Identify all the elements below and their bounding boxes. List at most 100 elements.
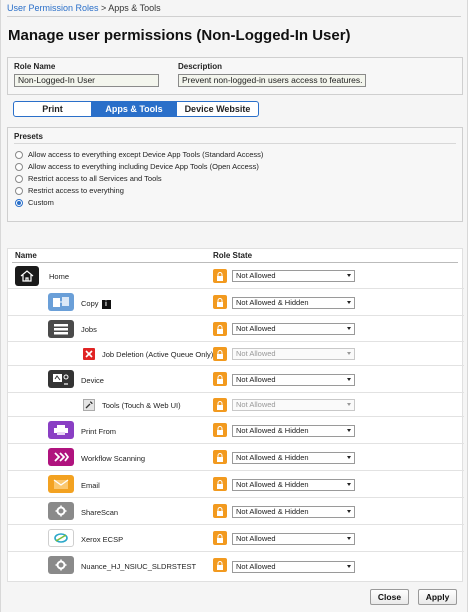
info-icon[interactable]: i <box>101 299 111 309</box>
role-state-select[interactable]: Not Allowed & Hidden <box>232 506 355 518</box>
preset-option-label: Allow access to everything including Dev… <box>28 162 259 171</box>
table-row-print-from: Print From Not Allowed & Hidden <box>8 417 464 444</box>
lock-icon[interactable] <box>213 269 227 283</box>
tab-device-website[interactable]: Device Website <box>177 102 258 116</box>
close-button[interactable]: Close <box>370 589 409 605</box>
breadcrumb: User Permission Roles > Apps & Tools <box>7 3 161 13</box>
chevron-down-icon <box>347 378 351 381</box>
lock-icon[interactable] <box>213 450 227 464</box>
radio-button[interactable] <box>15 162 23 171</box>
role-name-field: Non-Logged-In User <box>14 74 159 87</box>
table-row-copy: Copy i Not Allowed & Hidden <box>8 289 464 316</box>
table-row-device: Device Not Allowed <box>8 366 464 393</box>
role-state-select[interactable]: Not Allowed <box>232 323 355 335</box>
role-state-select[interactable]: Not Allowed <box>232 374 355 386</box>
selected-value: Not Allowed & Hidden <box>236 453 309 462</box>
lock-icon[interactable] <box>213 295 227 309</box>
row-label: Home <box>49 272 70 281</box>
xerox-icon <box>48 529 74 547</box>
role-state-select-disabled: Not Allowed <box>232 348 355 360</box>
selected-value: Not Allowed & Hidden <box>236 298 309 307</box>
selected-value: Not Allowed & Hidden <box>236 426 309 435</box>
table-row-jobs: Jobs Not Allowed <box>8 316 464 342</box>
chevron-down-icon <box>347 510 351 513</box>
presets-heading: Presets <box>14 132 43 141</box>
printer-icon <box>48 421 74 439</box>
device-icon <box>48 370 74 388</box>
role-state-select[interactable]: Not Allowed & Hidden <box>232 452 355 464</box>
radio-button[interactable] <box>15 174 23 183</box>
preset-option-open-access[interactable]: Allow access to everything including Dev… <box>15 162 259 171</box>
selected-value: Not Allowed <box>236 375 276 384</box>
table-row-workflow-scanning: Workflow Scanning Not Allowed & Hidden <box>8 444 464 471</box>
chevron-down-icon <box>347 429 351 432</box>
preset-option-custom[interactable]: Custom <box>15 198 54 207</box>
lock-icon[interactable] <box>213 558 227 572</box>
role-state-select[interactable]: Not Allowed <box>232 533 355 545</box>
row-label: Jobs <box>81 325 97 334</box>
chevron-down-icon <box>347 301 351 304</box>
envelope-icon <box>48 475 74 493</box>
role-state-select[interactable]: Not Allowed & Hidden <box>232 297 355 309</box>
role-state-select[interactable]: Not Allowed <box>232 561 355 573</box>
row-label: Copy <box>81 299 99 308</box>
chevron-down-icon <box>347 327 351 330</box>
role-name-label: Role Name <box>14 62 56 71</box>
table-row-nuance: Nuance_HJ_NSIUC_SLDRSTEST Not Allowed <box>8 552 464 580</box>
table-row-tools: Tools (Touch & Web UI) Not Allowed <box>8 393 464 417</box>
lock-icon[interactable] <box>213 423 227 437</box>
lock-icon[interactable] <box>213 504 227 518</box>
lock-icon[interactable] <box>213 322 227 336</box>
preset-option-label: Restrict access to all Services and Tool… <box>28 174 162 183</box>
preset-option-label: Allow access to everything except Device… <box>28 150 264 159</box>
row-label: Device <box>81 376 104 385</box>
wrench-icon <box>83 399 95 411</box>
lock-icon[interactable] <box>213 372 227 386</box>
breadcrumb-link-permission-roles[interactable]: User Permission Roles <box>7 3 99 13</box>
table-row-email: Email Not Allowed & Hidden <box>8 471 464 498</box>
role-state-select[interactable]: Not Allowed <box>232 270 355 282</box>
description-field: Prevent non-logged-in users access to fe… <box>178 74 366 87</box>
apply-button[interactable]: Apply <box>418 589 457 605</box>
radio-button-selected[interactable] <box>15 198 23 207</box>
row-label-wrap: Copy i <box>81 299 111 309</box>
presets-panel: Presets Allow access to everything excep… <box>7 127 463 222</box>
row-label: Tools (Touch & Web UI) <box>102 401 181 410</box>
home-icon <box>15 266 39 286</box>
gear-icon <box>48 502 74 520</box>
role-state-select-disabled: Not Allowed <box>232 399 355 411</box>
selected-value: Not Allowed <box>236 562 276 571</box>
tab-apps-tools[interactable]: Apps & Tools <box>92 102 177 116</box>
chevron-down-icon <box>347 352 351 355</box>
tab-print[interactable]: Print <box>14 102 92 116</box>
table-row-sharescan: ShareScan Not Allowed & Hidden <box>8 498 464 525</box>
row-label: Job Deletion (Active Queue Only) <box>102 350 214 359</box>
row-label: Xerox ECSP <box>81 535 124 544</box>
radio-button[interactable] <box>15 150 23 159</box>
divider <box>7 16 461 17</box>
lock-icon[interactable] <box>213 531 227 545</box>
role-info-panel: Role Name Non-Logged-In User Description… <box>7 57 463 95</box>
table-row-job-deletion: Job Deletion (Active Queue Only) Not All… <box>8 342 464 366</box>
selected-value: Not Allowed & Hidden <box>236 480 309 489</box>
gear-icon <box>48 556 74 574</box>
table-row-xerox-ecsp: Xerox ECSP Not Allowed <box>8 525 464 552</box>
divider <box>14 143 456 144</box>
lock-icon[interactable] <box>213 477 227 491</box>
role-state-select[interactable]: Not Allowed & Hidden <box>232 425 355 437</box>
lock-icon[interactable] <box>213 398 227 412</box>
row-label: Email <box>81 481 100 490</box>
preset-option-restrict-services[interactable]: Restrict access to all Services and Tool… <box>15 174 162 183</box>
radio-button[interactable] <box>15 186 23 195</box>
row-label: Workflow Scanning <box>81 454 146 463</box>
chevron-down-icon <box>347 537 351 540</box>
tab-bar: Print Apps & Tools Device Website <box>13 101 259 117</box>
preset-option-restrict-everything[interactable]: Restrict access to everything <box>15 186 124 195</box>
selected-value: Not Allowed & Hidden <box>236 507 309 516</box>
lock-icon[interactable] <box>213 347 227 361</box>
role-state-select[interactable]: Not Allowed & Hidden <box>232 479 355 491</box>
preset-option-standard-access[interactable]: Allow access to everything except Device… <box>15 150 263 159</box>
workflow-icon <box>48 448 74 466</box>
jobs-icon <box>48 320 74 338</box>
selected-value: Not Allowed <box>236 534 276 543</box>
